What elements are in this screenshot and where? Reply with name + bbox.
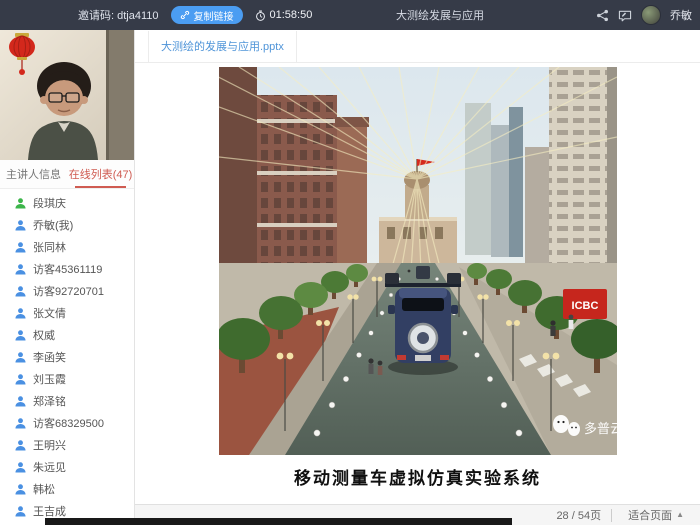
slide-area: ICBC	[135, 63, 700, 504]
avatar[interactable]	[641, 5, 661, 25]
attendee-name: 访客68329500	[33, 415, 104, 431]
chat-icon[interactable]	[618, 9, 632, 22]
person-icon	[14, 219, 27, 232]
main-panel: 大测绘的发展与应用.pptx	[135, 30, 700, 525]
attendee-name: 权威	[33, 327, 55, 343]
fit-page-label: 适合页面	[628, 507, 672, 523]
timer-value: 01:58:50	[270, 9, 313, 21]
attendee-name: 朱远见	[33, 459, 66, 475]
list-item[interactable]: 张文倩	[0, 302, 134, 324]
list-item[interactable]: 郑泽铭	[0, 390, 134, 412]
list-item[interactable]: 访客92720701	[0, 280, 134, 302]
person-icon	[14, 329, 27, 342]
icbc-sign-text: ICBC	[571, 300, 598, 312]
list-item[interactable]: 张同林	[0, 236, 134, 258]
attendee-name: 王明兴	[33, 437, 66, 453]
watermark-text: 多普云	[584, 421, 617, 436]
person-icon	[14, 241, 27, 254]
list-item[interactable]: 朱远见	[0, 456, 134, 478]
roof-sensor-right	[447, 273, 461, 284]
link-icon	[180, 10, 190, 20]
roof-sensor-left	[385, 273, 399, 284]
person-icon	[14, 373, 27, 386]
page-indicator: 28 / 54页	[556, 507, 601, 523]
clock-icon	[255, 10, 266, 21]
attendee-name: 段琪庆	[33, 195, 66, 211]
list-item[interactable]: 访客68329500	[0, 412, 134, 434]
divider	[611, 509, 612, 522]
list-item[interactable]: 段琪庆	[0, 192, 134, 214]
city-street-scene: ICBC	[219, 67, 617, 455]
icbc-sign: ICBC	[563, 289, 607, 319]
topbar-left: 邀请码: dtja4110 复制链接 01:58:50	[78, 6, 312, 24]
tab-presenter-info[interactable]: 主讲人信息	[0, 160, 67, 188]
copy-link-label: 复制链接	[194, 8, 234, 23]
person-icon	[14, 505, 27, 518]
person-icon	[14, 461, 27, 474]
attendee-name: 刘玉霞	[33, 371, 66, 387]
attendee-name: 李函笑	[33, 349, 66, 365]
attendee-name: 访客92720701	[33, 283, 104, 299]
attendee-name: 张文倩	[33, 305, 66, 321]
list-item[interactable]: 权威	[0, 324, 134, 346]
copy-link-button[interactable]: 复制链接	[171, 6, 243, 24]
sidebar: 主讲人信息 在线列表(47) 段琪庆 乔敏(我) 张同林 访客45361119	[0, 30, 135, 525]
session-timer: 01:58:50	[255, 9, 313, 21]
person-icon	[14, 263, 27, 276]
list-item[interactable]: 王明兴	[0, 434, 134, 456]
document-tabbar: 大测绘的发展与应用.pptx	[135, 30, 700, 63]
list-item[interactable]: 韩松	[0, 478, 134, 500]
tab-online-list[interactable]: 在线列表(47)	[67, 160, 134, 188]
topbar: 邀请码: dtja4110 复制链接 01:58:50 大测绘发展与应用	[0, 0, 700, 30]
list-item[interactable]: 乔敏(我)	[0, 214, 134, 236]
list-item[interactable]: 访客45361119	[0, 258, 134, 280]
session-title: 大测绘发展与应用	[396, 7, 484, 23]
attendee-list[interactable]: 段琪庆 乔敏(我) 张同林 访客45361119 访客92720701	[0, 189, 134, 525]
attendee-name: 乔敏(我)	[33, 217, 73, 233]
tab-document[interactable]: 大测绘的发展与应用.pptx	[148, 31, 297, 62]
door-frame	[108, 30, 134, 160]
invite-code-label: 邀请码: dtja4110	[78, 7, 159, 23]
person-icon	[14, 395, 27, 408]
slide-caption: 移动测量车虚拟仿真实验系统	[294, 464, 541, 489]
username: 乔敏	[670, 7, 692, 23]
caret-up-icon: ▲	[676, 511, 684, 519]
taskbar-edge	[45, 518, 512, 525]
presenter-video[interactable]	[0, 30, 134, 160]
topbar-right: 乔敏	[596, 5, 700, 25]
attendee-name: 韩松	[33, 481, 55, 497]
webinar-app: 邀请码: dtja4110 复制链接 01:58:50 大测绘发展与应用	[0, 0, 700, 525]
person-icon	[14, 197, 27, 210]
attendee-name: 王吉成	[33, 503, 66, 519]
presenter-video-frame	[0, 30, 134, 160]
attendee-name: 访客45361119	[33, 261, 102, 277]
list-item[interactable]: 李函笑	[0, 346, 134, 368]
attendee-name: 郑泽铭	[33, 393, 66, 409]
watermark-logo-icon	[553, 415, 569, 433]
person-icon	[14, 439, 27, 452]
roof-camera	[416, 266, 430, 279]
person-icon	[14, 351, 27, 364]
person-icon	[14, 285, 27, 298]
body-row: 主讲人信息 在线列表(47) 段琪庆 乔敏(我) 张同林 访客45361119	[0, 30, 700, 525]
slide-image: ICBC	[219, 67, 617, 455]
share-icon[interactable]	[596, 9, 609, 22]
person-icon	[14, 417, 27, 430]
attendee-name: 张同林	[33, 239, 66, 255]
person-icon	[14, 483, 27, 496]
list-item[interactable]: 刘玉霞	[0, 368, 134, 390]
sidebar-tabs: 主讲人信息 在线列表(47)	[0, 160, 134, 189]
person-icon	[14, 307, 27, 320]
fit-page-button[interactable]: 适合页面 ▲	[622, 506, 690, 524]
